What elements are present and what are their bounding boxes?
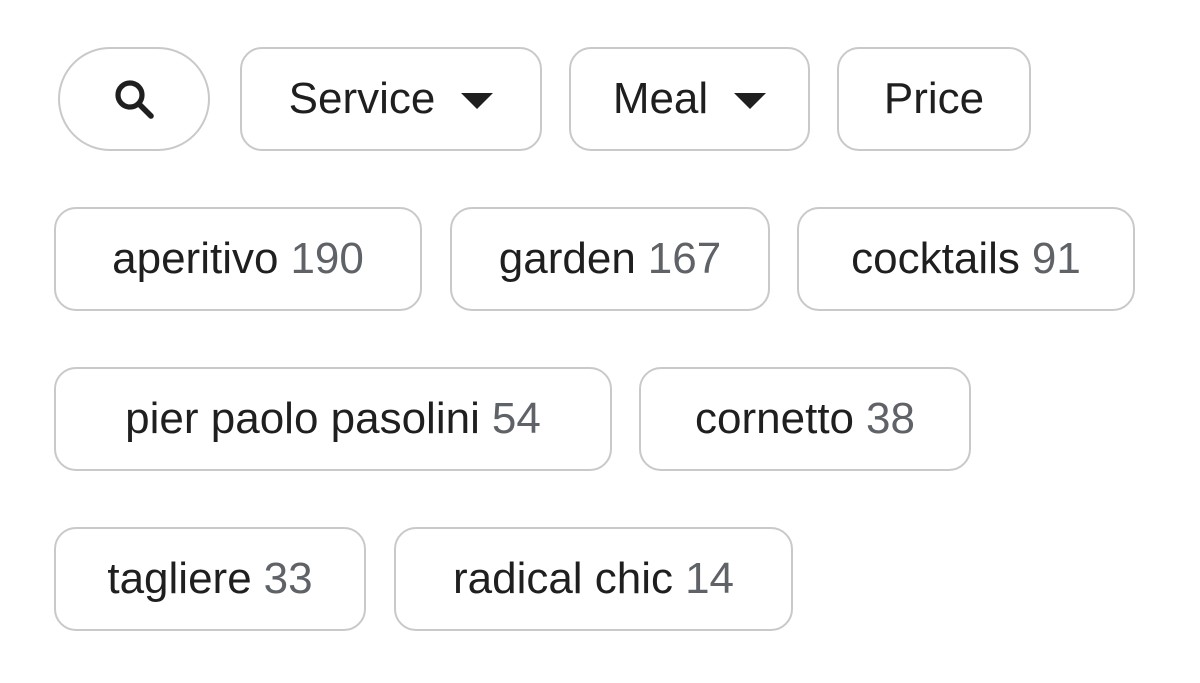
tag-count: 14 xyxy=(685,554,735,603)
tag-label: radical chic xyxy=(452,554,674,603)
search-icon xyxy=(115,80,154,119)
tag-label: pier paolo pasolini xyxy=(125,394,480,443)
tag-chip-aperitivo[interactable]: aperitivo 190 xyxy=(54,207,422,311)
tag-count: 190 xyxy=(290,234,364,283)
tag-chip-radical-chic[interactable]: radical chic 14 xyxy=(394,527,793,631)
service-filter-button[interactable]: Service xyxy=(240,47,542,151)
price-filter-button[interactable]: Price xyxy=(837,47,1031,151)
tag-chip-tagliere[interactable]: tagliere 33 xyxy=(54,527,366,631)
tag-count: 38 xyxy=(866,394,915,443)
tag-chip-cornetto[interactable]: cornetto 38 xyxy=(639,367,971,471)
tag-chip-garden[interactable]: garden 167 xyxy=(450,207,770,311)
tag-count: 33 xyxy=(263,554,313,603)
tag-label: tagliere xyxy=(107,554,252,603)
meal-filter-button[interactable]: Meal xyxy=(569,47,810,151)
tag-label: aperitivo xyxy=(112,234,279,283)
price-filter-label: Price xyxy=(883,74,985,123)
tag-count: 54 xyxy=(491,394,541,443)
meal-filter-label: Meal xyxy=(612,74,709,123)
tag-label: cornetto xyxy=(695,394,855,443)
caret-down-icon xyxy=(461,93,494,109)
tag-count: 167 xyxy=(647,234,722,283)
caret-down-icon xyxy=(734,93,767,109)
tag-count: 91 xyxy=(1031,234,1081,283)
tag-chip-pier-paolo-pasolini[interactable]: pier paolo pasolini 54 xyxy=(54,367,612,471)
service-filter-label: Service xyxy=(288,74,436,123)
tag-label: garden xyxy=(498,234,636,283)
tag-label: cocktails xyxy=(851,234,1020,283)
search-button[interactable] xyxy=(58,47,210,151)
tag-chip-cocktails[interactable]: cocktails 91 xyxy=(797,207,1135,311)
